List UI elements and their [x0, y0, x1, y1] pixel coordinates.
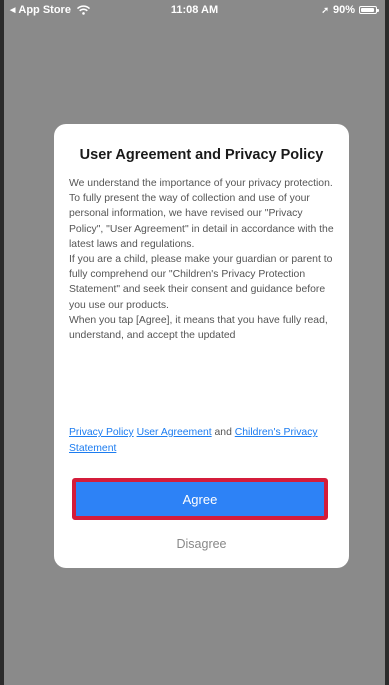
body-paragraph-3: When you tap [Agree], it means that you … [69, 314, 328, 342]
privacy-dialog: User Agreement and Privacy Policy We und… [54, 124, 349, 568]
links-and-text: and [214, 427, 232, 438]
battery-level [361, 8, 374, 12]
policy-links: Privacy Policy User Agreement and Childr… [69, 425, 339, 457]
battery-icon [359, 6, 379, 14]
location-icon: ➚ [321, 4, 329, 15]
privacy-policy-link[interactable]: Privacy Policy [69, 427, 134, 438]
body-paragraph-1: We understand the importance of your pri… [69, 178, 334, 250]
phone-screen: ◀ App Store 11:08 AM ➚ 90% User Agreemen… [4, 0, 385, 685]
body-paragraph-2: If you are a child, please make your gua… [69, 254, 333, 311]
user-agreement-link[interactable]: User Agreement [137, 427, 212, 438]
agree-button[interactable]: Agree [72, 478, 328, 520]
disagree-button[interactable]: Disagree [54, 537, 349, 551]
status-bar: ◀ App Store 11:08 AM ➚ 90% [4, 0, 385, 20]
dialog-title: User Agreement and Privacy Policy [79, 147, 324, 163]
dialog-body[interactable]: We understand the importance of your pri… [69, 176, 337, 388]
battery-percent: 90% [332, 4, 355, 16]
status-right: ➚ 90% [321, 4, 379, 16]
